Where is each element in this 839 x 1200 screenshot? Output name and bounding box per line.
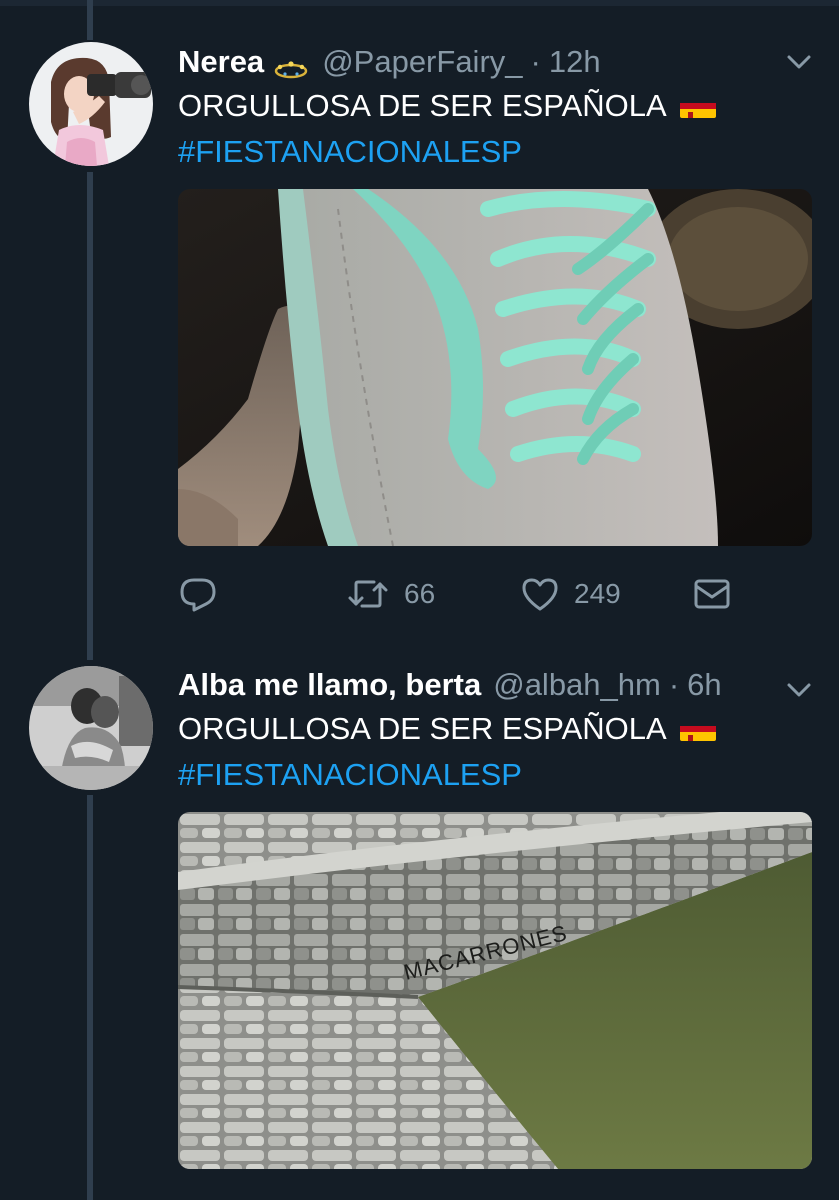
retweet-button[interactable]: 66	[346, 572, 435, 616]
separator-dot: ·	[530, 44, 541, 79]
tweet-text: ORGULLOSA DE SER ESPAÑOLA	[178, 83, 716, 129]
tweet-text: ORGULLOSA DE SER ESPAÑOLA	[178, 706, 716, 752]
tweet[interactable]: Alba me llamo, berta @albah_hm · 6h ORGU…	[0, 650, 839, 1200]
display-name[interactable]: Nerea	[178, 44, 264, 80]
reply-button[interactable]	[178, 572, 232, 616]
tweet-media-image[interactable]: MACARRONES	[178, 812, 812, 1169]
chevron-down-icon[interactable]	[783, 51, 815, 73]
tweet[interactable]: Nerea @PaperFairy_ · 12h ORGULLOSA DE SE…	[0, 0, 839, 650]
tweet-actions: 66 249	[178, 572, 738, 616]
user-handle[interactable]: @PaperFairy_	[322, 44, 522, 80]
chevron-down-icon[interactable]	[783, 679, 815, 701]
heart-icon	[520, 574, 560, 614]
tweet-media-image[interactable]	[178, 189, 812, 546]
retweet-icon	[346, 574, 390, 614]
user-handle[interactable]: @albah_hm	[493, 667, 661, 703]
avatar[interactable]	[29, 666, 153, 790]
display-name[interactable]: Alba me llamo, berta	[178, 667, 481, 703]
envelope-icon	[692, 574, 732, 614]
like-button[interactable]: 249	[520, 572, 621, 616]
retweet-count: 66	[404, 578, 436, 609]
timeline: Nerea @PaperFairy_ · 12h ORGULLOSA DE SE…	[0, 0, 839, 1200]
timestamp[interactable]: 12h	[549, 44, 601, 80]
tweet-text-content: ORGULLOSA DE SER ESPAÑOLA	[178, 711, 665, 746]
hashtag-link[interactable]: #FIESTANACIONALESP	[178, 129, 522, 175]
tweet-header: Alba me llamo, berta @albah_hm · 6h	[178, 665, 722, 705]
tweet-text-content: ORGULLOSA DE SER ESPAÑOLA	[178, 88, 665, 123]
timestamp[interactable]: 6h	[687, 667, 721, 703]
spain-flag-icon	[679, 94, 716, 118]
direct-message-button[interactable]	[692, 572, 732, 616]
crown-emoji-icon	[274, 52, 308, 79]
reply-icon	[178, 574, 218, 614]
tweet-header: Nerea @PaperFairy_ · 12h	[178, 42, 601, 82]
spain-flag-icon	[679, 717, 716, 741]
like-count: 249	[574, 578, 621, 609]
avatar[interactable]	[29, 42, 153, 166]
hashtag-link[interactable]: #FIESTANACIONALESP	[178, 752, 522, 798]
separator-dot: ·	[668, 667, 680, 702]
